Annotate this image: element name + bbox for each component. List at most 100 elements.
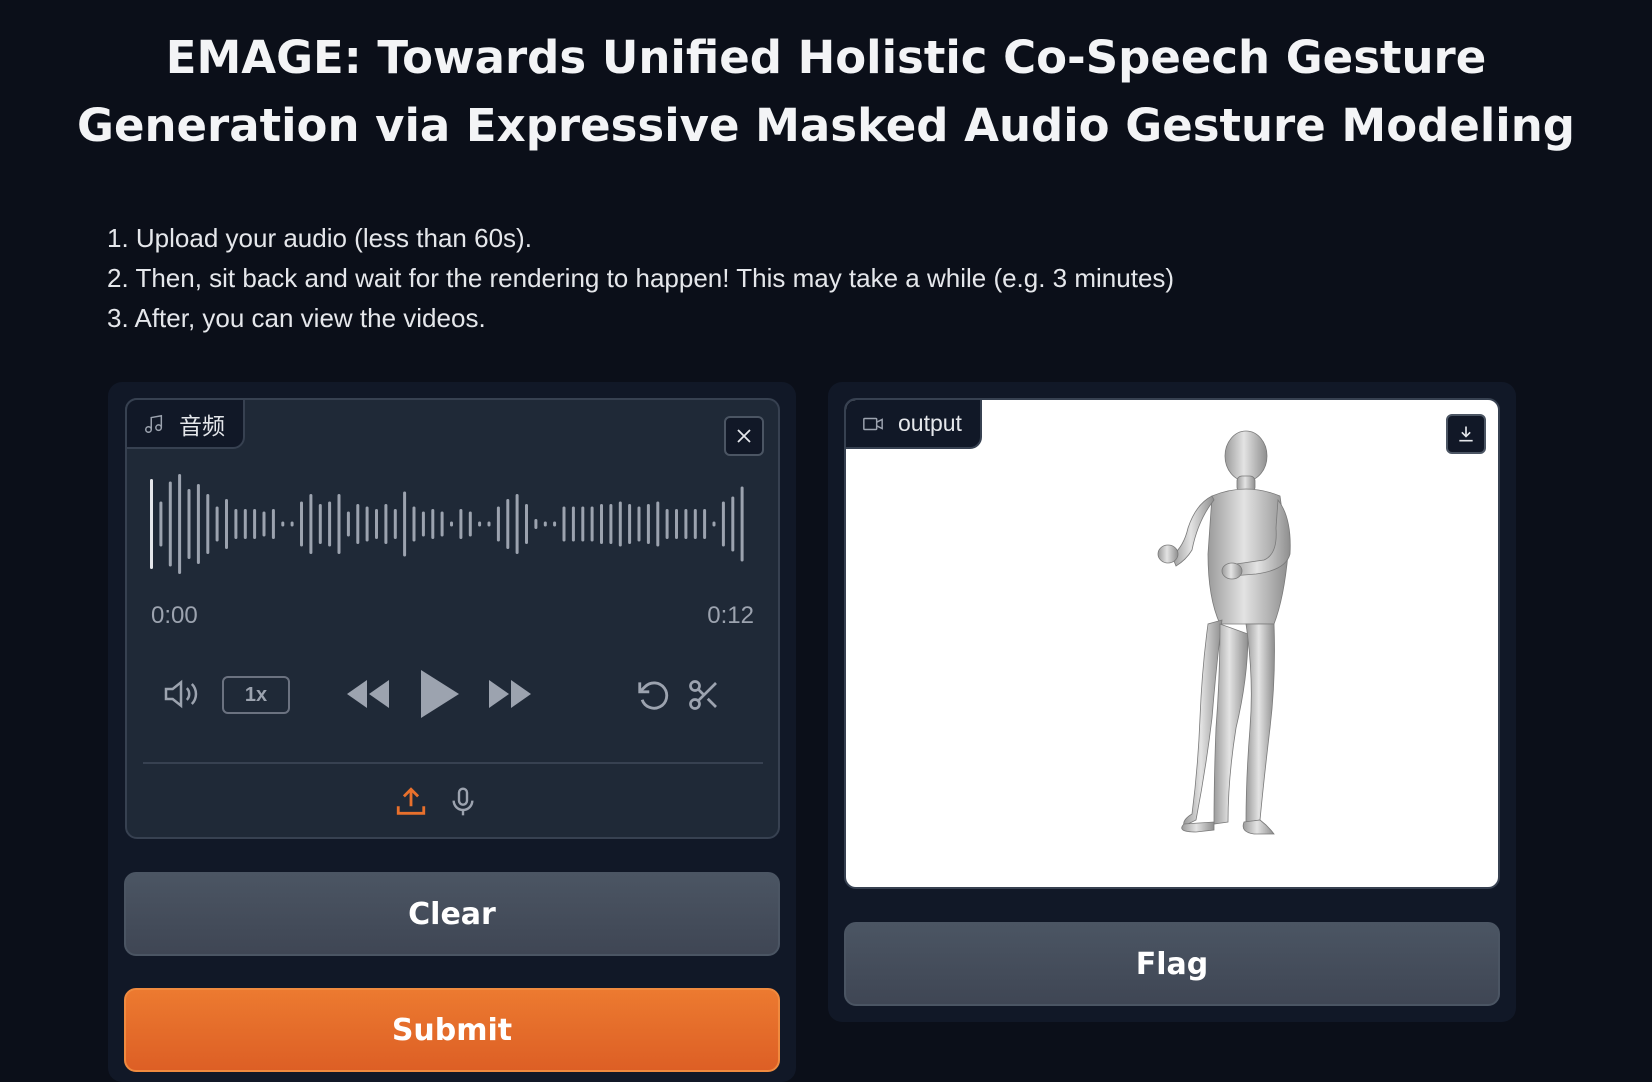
waveform-bar bbox=[150, 479, 153, 569]
playback-speed-button[interactable]: 1x bbox=[222, 676, 290, 714]
waveform-bar bbox=[637, 506, 641, 542]
waveform-bar bbox=[384, 504, 388, 544]
waveform-bar bbox=[581, 506, 585, 542]
waveform-bar bbox=[665, 509, 669, 539]
upload-icon bbox=[396, 787, 426, 815]
video-camera-icon bbox=[863, 417, 883, 430]
current-time: 0:00 bbox=[151, 602, 198, 629]
audio-label-tab: 音频 bbox=[125, 398, 245, 449]
waveform-bar bbox=[618, 501, 622, 547]
microphone-icon bbox=[452, 787, 474, 816]
download-icon bbox=[1459, 426, 1473, 442]
undo-button[interactable] bbox=[633, 674, 675, 716]
controls-divider bbox=[143, 762, 763, 764]
output-video[interactable]: output bbox=[844, 398, 1500, 889]
play-button[interactable] bbox=[415, 662, 463, 726]
waveform-bar bbox=[534, 519, 538, 529]
upload-source-button[interactable] bbox=[391, 780, 431, 824]
clear-button[interactable]: Clear bbox=[124, 872, 780, 956]
waveform-bar bbox=[450, 521, 453, 527]
play-icon bbox=[421, 670, 459, 718]
waveform-bar bbox=[525, 504, 528, 544]
waveform-bar bbox=[459, 509, 463, 539]
rewind-button[interactable] bbox=[345, 674, 393, 714]
title-line-1: EMAGE: Towards Unified Holistic Co-Speec… bbox=[165, 31, 1487, 84]
waveform-bar bbox=[412, 506, 416, 542]
waveform-bar bbox=[721, 501, 725, 547]
waveform-bar bbox=[571, 506, 575, 542]
waveform-bar bbox=[553, 521, 557, 527]
volume-icon bbox=[164, 679, 198, 709]
waveform-bar bbox=[431, 509, 435, 539]
instruction-step-2: 2. Then, sit back and wait for the rende… bbox=[107, 263, 1175, 293]
waveform-bar bbox=[684, 509, 688, 539]
rendered-human-figure bbox=[1157, 430, 1291, 835]
waveform-bar bbox=[215, 506, 219, 542]
clear-audio-button[interactable] bbox=[724, 416, 764, 456]
flag-button[interactable]: Flag bbox=[844, 922, 1500, 1006]
waveform-bar bbox=[168, 481, 172, 567]
title-line-2: Generation via Expressive Masked Audio G… bbox=[77, 99, 1575, 152]
waveform-bar bbox=[365, 506, 369, 542]
volume-button[interactable] bbox=[161, 674, 201, 714]
waveform-bar bbox=[543, 521, 547, 527]
waveform-bar bbox=[225, 499, 228, 549]
microphone-source-button[interactable] bbox=[443, 780, 483, 824]
waveform-bar bbox=[262, 511, 266, 537]
music-icon bbox=[145, 414, 163, 433]
waveform-bar bbox=[712, 521, 716, 527]
waveform-bar bbox=[328, 501, 332, 547]
waveform-bar bbox=[178, 474, 182, 574]
waveform-bar bbox=[487, 521, 491, 527]
waveform-bar bbox=[337, 494, 341, 554]
waveform-bar bbox=[421, 511, 425, 537]
waveform-bar bbox=[675, 509, 678, 539]
waveform-bar bbox=[253, 509, 257, 539]
waveform-bar bbox=[468, 511, 472, 537]
waveform-bar bbox=[206, 494, 210, 554]
waveform-bar bbox=[346, 511, 350, 537]
waveform-bar bbox=[281, 521, 285, 527]
trim-button[interactable] bbox=[683, 674, 725, 716]
waveform-bar bbox=[703, 509, 707, 539]
total-duration: 0:12 bbox=[707, 602, 754, 629]
waveform-bar bbox=[290, 521, 294, 527]
instruction-step-1: 1. Upload your audio (less than 60s). bbox=[107, 223, 532, 253]
waveform-bar bbox=[309, 494, 313, 554]
page-title: EMAGE: Towards Unified Holistic Co-Speec… bbox=[0, 24, 1652, 160]
audio-label: 音频 bbox=[179, 412, 225, 439]
waveform-bar bbox=[609, 504, 613, 544]
waveform-bar bbox=[590, 506, 594, 542]
waveform-bar bbox=[300, 501, 303, 547]
waveform-bar bbox=[440, 511, 444, 537]
waveform[interactable] bbox=[149, 472, 749, 576]
waveform-bar bbox=[515, 494, 519, 554]
download-button[interactable] bbox=[1446, 414, 1486, 454]
submit-button[interactable]: Submit bbox=[124, 988, 780, 1072]
undo-icon bbox=[638, 681, 669, 710]
fast-forward-button[interactable] bbox=[485, 674, 533, 714]
waveform-bar bbox=[403, 491, 407, 557]
waveform-bar bbox=[243, 509, 247, 539]
waveform-bar bbox=[496, 506, 500, 542]
waveform-bar bbox=[646, 504, 650, 544]
waveform-bar bbox=[656, 501, 660, 547]
fast-forward-icon bbox=[489, 680, 531, 708]
waveform-bar bbox=[271, 509, 275, 539]
waveform-bar bbox=[318, 504, 322, 544]
waveform-bar bbox=[356, 504, 360, 544]
waveform-bar bbox=[731, 496, 735, 552]
waveform-bar bbox=[159, 501, 163, 547]
waveform-bar bbox=[196, 484, 200, 564]
waveform-bar bbox=[478, 521, 482, 527]
waveform-bar bbox=[506, 499, 510, 549]
instruction-step-3: 3. After, you can view the videos. bbox=[107, 303, 486, 333]
rewind-icon bbox=[347, 680, 389, 708]
waveform-bar bbox=[187, 489, 191, 559]
scissors-icon bbox=[689, 680, 717, 710]
waveform-bar bbox=[628, 504, 632, 544]
instructions-list: 1. Upload your audio (less than 60s). 2.… bbox=[107, 218, 1174, 338]
waveform-bar bbox=[393, 509, 397, 539]
output-label-tab: output bbox=[846, 400, 982, 449]
waveform-bar bbox=[562, 506, 566, 542]
